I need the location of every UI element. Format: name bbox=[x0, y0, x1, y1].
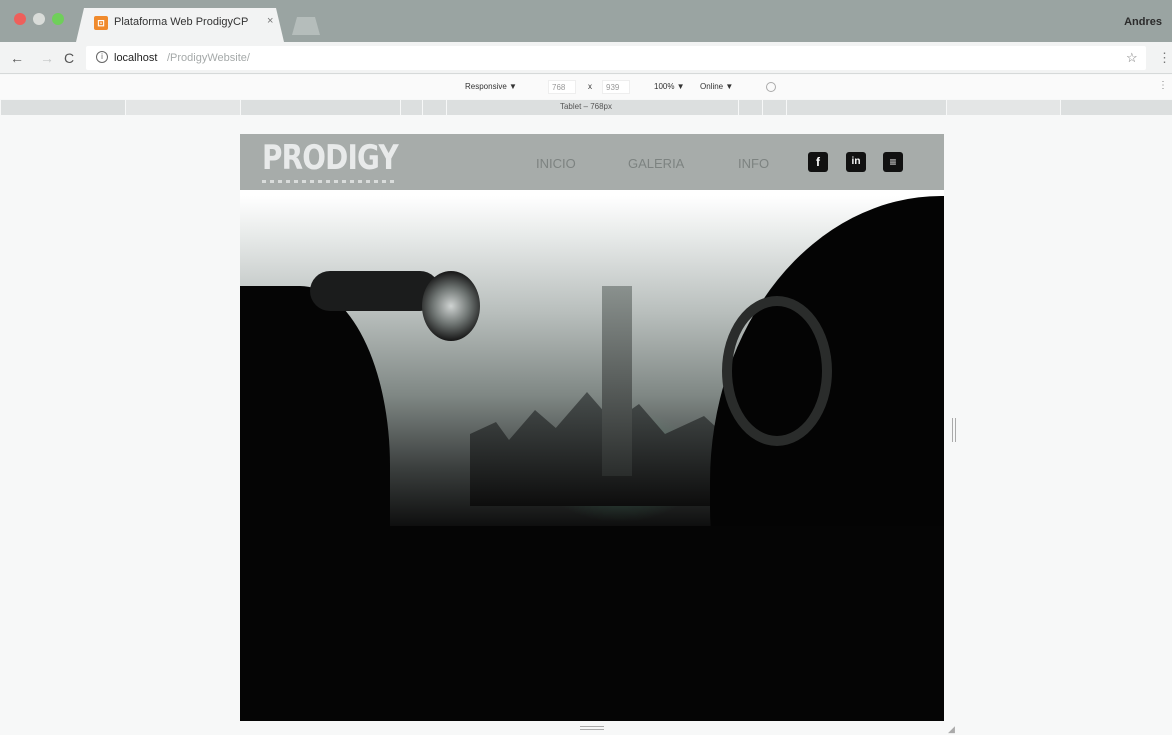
rss-icon[interactable]: ≡ bbox=[883, 152, 903, 172]
rotate-icon[interactable] bbox=[766, 82, 776, 92]
tab-close-icon[interactable]: × bbox=[267, 15, 273, 27]
profile-name[interactable]: Andres bbox=[1124, 16, 1162, 28]
minimize-window-button[interactable] bbox=[33, 13, 45, 25]
devtools-more-icon[interactable]: ⋮ bbox=[1158, 80, 1168, 91]
viewport-corner-resize-icon[interactable]: ◢ bbox=[948, 724, 955, 735]
facebook-icon[interactable]: f bbox=[808, 152, 828, 172]
nav-link-info[interactable]: INFO bbox=[738, 156, 769, 171]
nav-link-galeria[interactable]: GALERIA bbox=[628, 156, 684, 171]
tab-title: Plataforma Web ProdigyCP bbox=[114, 16, 249, 28]
linkedin-icon[interactable]: in bbox=[846, 152, 866, 172]
site-logo[interactable]: PRODIGY bbox=[262, 138, 399, 178]
page-viewport: PRODIGY INICIO GALERIA INFO f in ≡ bbox=[240, 134, 944, 721]
site-info-icon[interactable]: i bbox=[96, 51, 108, 63]
device-mode-select[interactable]: Responsive ▼ bbox=[465, 82, 517, 91]
hero-image bbox=[240, 196, 944, 721]
maximize-window-button[interactable] bbox=[52, 13, 64, 25]
foreground-shadow bbox=[240, 526, 944, 721]
gear-ring-silhouette bbox=[722, 296, 832, 446]
zoom-select[interactable]: 100% ▼ bbox=[654, 82, 685, 91]
device-height-input[interactable]: 939 bbox=[602, 80, 630, 94]
clock-tower-silhouette bbox=[602, 286, 632, 476]
camera-barrel-silhouette bbox=[310, 271, 440, 311]
browser-toolbar: ← → C i localhost /ProdigyWebsite/ ☆ ⋮ bbox=[0, 42, 1172, 74]
url-host: localhost bbox=[114, 52, 158, 64]
camera-lens bbox=[422, 271, 480, 341]
media-query-bar: Tablet – 768px bbox=[0, 100, 1172, 115]
viewport-width-resize-handle[interactable] bbox=[952, 418, 956, 442]
bookmark-star-icon[interactable]: ☆ bbox=[1126, 50, 1138, 66]
tab-favicon-icon: ⊡ bbox=[94, 16, 108, 30]
browser-titlebar: ⊡ Plataforma Web ProdigyCP × Andres bbox=[0, 0, 1172, 42]
browser-menu-icon[interactable]: ⋮ bbox=[1158, 50, 1171, 66]
media-query-label: Tablet – 768px bbox=[559, 102, 613, 111]
reload-icon[interactable]: C bbox=[64, 50, 74, 66]
forward-arrow-icon[interactable]: → bbox=[40, 50, 54, 66]
device-width-input[interactable]: 768 bbox=[548, 80, 576, 94]
device-toolbar: Responsive ▼ 768 x 939 100% ▼ Online ▼ ⋮ bbox=[0, 75, 1172, 99]
nav-link-inicio[interactable]: INICIO bbox=[536, 156, 576, 171]
dimension-separator: x bbox=[588, 82, 592, 91]
url-path: /ProdigyWebsite/ bbox=[167, 52, 250, 64]
new-tab-button[interactable] bbox=[292, 17, 320, 35]
viewport-height-resize-handle[interactable] bbox=[580, 726, 604, 730]
close-window-button[interactable] bbox=[14, 13, 26, 25]
logo-tagline-decoration bbox=[262, 180, 398, 183]
site-header: PRODIGY INICIO GALERIA INFO f in ≡ bbox=[240, 134, 944, 190]
city-skyline-silhouette bbox=[470, 392, 730, 506]
back-arrow-icon[interactable]: ← bbox=[10, 50, 24, 66]
network-throttle-select[interactable]: Online ▼ bbox=[700, 82, 733, 91]
